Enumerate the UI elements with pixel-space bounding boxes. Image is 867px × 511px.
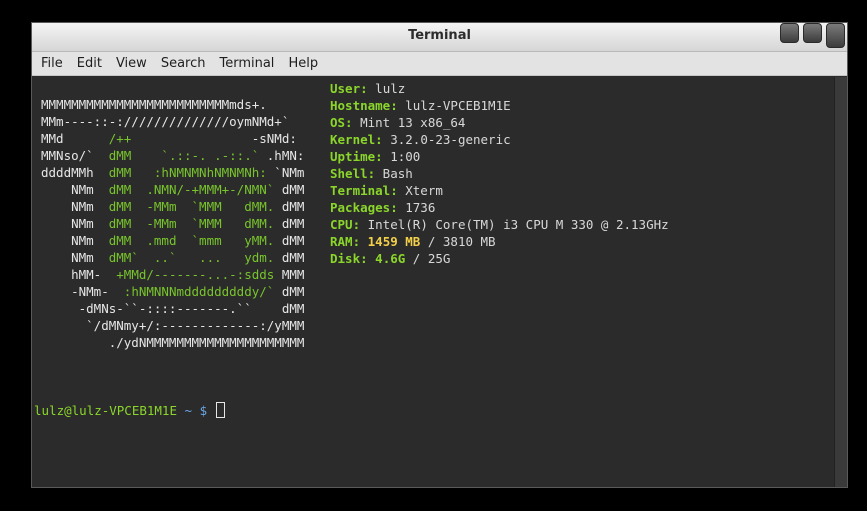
info-disk: Disk: 4.6G / 25G bbox=[330, 251, 451, 266]
info-user: User: lulz bbox=[330, 81, 406, 96]
logo-line: NMm dMM -MMm `MMM dMM. dMM bbox=[41, 199, 305, 214]
text-cursor bbox=[215, 402, 225, 418]
terminal-window: Terminal File Edit View Search Terminal … bbox=[31, 22, 848, 488]
menu-help[interactable]: Help bbox=[281, 56, 325, 71]
menu-terminal[interactable]: Terminal bbox=[212, 56, 281, 71]
logo-line: MMMMMMMMMMMMMMMMMMMMMMMMMmds+. bbox=[41, 97, 267, 112]
terminal-output[interactable]: MMMMMMMMMMMMMMMMMMMMMMMMMmds+.MMm----::-… bbox=[32, 77, 836, 487]
logo-line: ddddMMh dMM :hNMNMNhNMNMNh: `NMm bbox=[41, 165, 305, 180]
info-kernel: Kernel: 3.2.0-23-generic bbox=[330, 132, 511, 147]
info-packages: Packages: 1736 bbox=[330, 200, 436, 215]
menu-view[interactable]: View bbox=[109, 56, 154, 71]
prompt-user-host: lulz@lulz-VPCEB1M1E bbox=[34, 403, 177, 418]
info-cpu: CPU: Intel(R) Core(TM) i3 CPU M 330 @ 2.… bbox=[330, 217, 669, 232]
prompt-symbol: $ bbox=[199, 403, 215, 418]
minimize-button[interactable] bbox=[780, 23, 799, 43]
title-bar[interactable]: Terminal bbox=[32, 23, 847, 52]
vertical-scrollbar[interactable] bbox=[834, 77, 847, 487]
info-ram: RAM: 1459 MB / 3810 MB bbox=[330, 234, 496, 249]
menu-edit[interactable]: Edit bbox=[70, 56, 109, 71]
logo-line: -dMNs-``-::::-------.`` dMM bbox=[41, 301, 305, 316]
shell-prompt[interactable]: lulz@lulz-VPCEB1M1E ~ $ bbox=[34, 402, 225, 419]
logo-line: NMm dMM` ..` ... ydm. dMM bbox=[41, 250, 305, 265]
menu-file[interactable]: File bbox=[34, 56, 70, 71]
maximize-button[interactable] bbox=[803, 23, 822, 43]
window-title: Terminal bbox=[408, 28, 471, 43]
logo-line: -NMm- :hNMNNNmdddddddddy/` dMM bbox=[41, 284, 305, 299]
logo-line: MMm----::-://////////////oymNMd+` bbox=[41, 114, 290, 129]
logo-line: NMm dMM .NMN/-+MMM+-/NMN` dMM bbox=[41, 182, 305, 197]
info-shell: Shell: Bash bbox=[330, 166, 413, 181]
logo-line: hMM- +MMd/-------...-:sdds MMM bbox=[41, 267, 305, 282]
prompt-path: ~ bbox=[177, 403, 200, 418]
logo-line: NMm dMM -MMm `MMM dMM. dMM bbox=[41, 216, 305, 231]
logo-line: MMNso/` dMM `.::-. .-::.` .hMN: bbox=[41, 148, 305, 163]
mint-ascii-logo: MMMMMMMMMMMMMMMMMMMMMMMMMmds+.MMm----::-… bbox=[41, 96, 304, 351]
menu-search[interactable]: Search bbox=[154, 56, 213, 71]
close-button[interactable] bbox=[826, 23, 845, 48]
system-info: User: lulz Hostname: lulz-VPCEB1M1E OS: … bbox=[330, 80, 669, 267]
menu-bar: File Edit View Search Terminal Help bbox=[32, 52, 847, 76]
window-controls bbox=[780, 23, 845, 48]
logo-line: `/dMNmy+/:-------------:/yMMM bbox=[41, 318, 305, 333]
logo-line: ./ydNMMMMMMMMMMMMMMMMMMMMM bbox=[41, 335, 305, 350]
info-hostname: Hostname: lulz-VPCEB1M1E bbox=[330, 98, 511, 113]
info-terminal: Terminal: Xterm bbox=[330, 183, 443, 198]
info-uptime: Uptime: 1:00 bbox=[330, 149, 421, 164]
info-os: OS: Mint 13 x86_64 bbox=[330, 115, 466, 130]
logo-line: NMm dMM .mmd `mmm yMM. dMM bbox=[41, 233, 305, 248]
logo-line: MMd /++ -sNMd: bbox=[41, 131, 297, 146]
